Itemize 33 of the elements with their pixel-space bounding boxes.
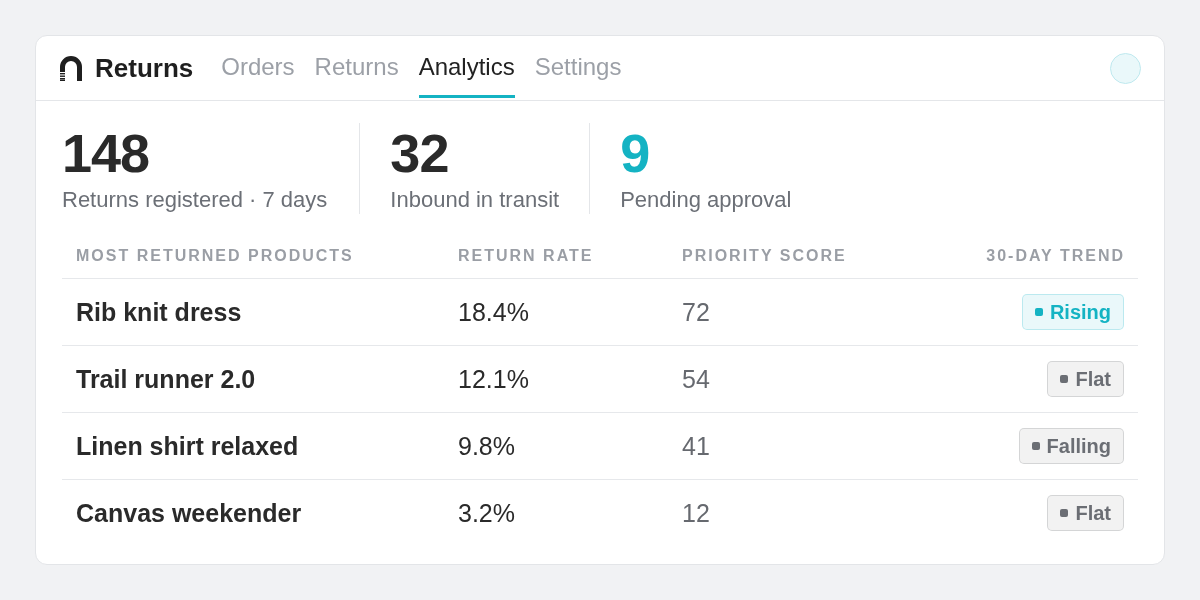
stat-label: Returns registered · 7 days (62, 187, 328, 213)
nav-tab[interactable]: Returns (314, 36, 399, 98)
stat-label: Pending approval (620, 187, 792, 213)
return-rate: 3.2% (457, 498, 516, 528)
stat-number: 32 (390, 123, 450, 183)
nav-tab[interactable]: Orders (221, 36, 295, 98)
nav-tab[interactable]: Analytics (418, 36, 515, 98)
app-title: Returns (95, 52, 194, 84)
column-header: PRIORITY SCORE (681, 246, 848, 266)
trend-label: Rising (1049, 300, 1111, 324)
product-name: Trail runner 2.0 (75, 364, 257, 394)
stat-number: 9 (620, 123, 651, 183)
nav-tab[interactable]: Settings (534, 36, 622, 98)
product-name: Canvas weekender (75, 498, 303, 528)
product-name: Rib knit dress (75, 297, 243, 327)
column-header: 30-DAY TREND (985, 246, 1126, 266)
priority-score: 72 (681, 297, 711, 327)
priority-score: 54 (681, 364, 711, 394)
product-name: Linen shirt relaxed (75, 431, 300, 461)
trend-label: Falling (1046, 434, 1111, 458)
trend-label: Flat (1075, 501, 1111, 525)
priority-score: 12 (681, 498, 711, 528)
column-header: RETURN RATE (457, 246, 595, 266)
return-rate: 9.8% (457, 431, 516, 461)
priority-score: 41 (681, 431, 711, 461)
trend-label: Flat (1075, 367, 1111, 391)
return-rate: 18.4% (457, 297, 530, 327)
stat-number: 148 (62, 123, 151, 183)
return-rate: 12.1% (457, 364, 530, 394)
avatar-icon[interactable] (1110, 52, 1141, 84)
column-header: MOST RETURNED PRODUCTS (75, 246, 355, 266)
stat-label: Inbound in transit (390, 187, 560, 213)
arch-logo-icon (60, 55, 82, 81)
